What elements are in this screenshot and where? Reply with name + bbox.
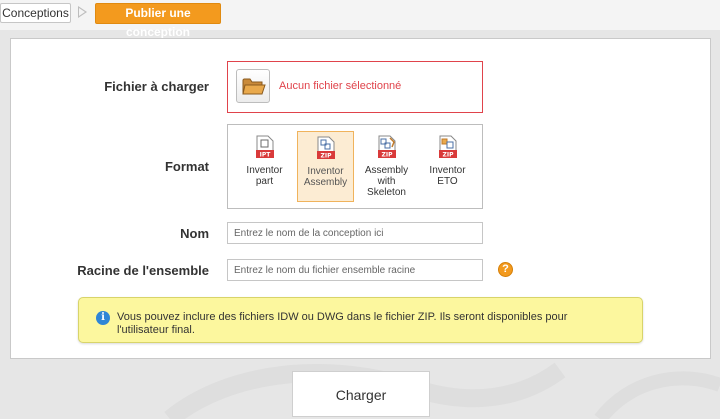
file-status-text: Aucun fichier sélectionné [279,80,402,92]
format-label-line: Inventor [307,166,344,177]
format-option-assembly-skeleton[interactable]: ZIP Assembly with Skeleton [358,131,415,202]
inventor-eto-icon: ZIP [438,135,458,159]
svg-text:ZIP: ZIP [442,152,454,159]
format-label-line: Inventor [246,165,283,176]
format-label-line: ETO [437,176,458,187]
inventor-part-icon: IPT [255,135,275,159]
format-label: Format [164,159,209,174]
breadcrumb: Conceptions Publier une conception [0,0,720,39]
breadcrumb-conceptions[interactable]: Conceptions [0,3,71,23]
breadcrumb-publish-design: Publier une conception [95,3,221,39]
upload-button[interactable]: Charger [292,371,430,417]
name-label: Nom [180,226,209,241]
format-option-inventor-assembly[interactable]: ZIP Inventor Assembly [297,131,354,202]
format-label-line: Inventor [429,165,466,176]
format-label-line: part [255,176,274,187]
inventor-assembly-icon: ZIP [316,136,336,160]
folder-icon [242,78,266,95]
assembly-skeleton-icon: ZIP [377,135,397,159]
help-icon[interactable]: ? [498,262,513,277]
design-name-input[interactable] [227,222,483,244]
format-label-line: with [377,176,396,187]
root-assembly-input[interactable] [227,259,483,281]
info-icon: i [96,311,110,325]
breadcrumb-separator-icon [78,6,87,18]
format-label-line: Skeleton [367,187,406,198]
svg-text:IPT: IPT [259,152,271,159]
info-message-text: Vous pouvez inclure des fichiers IDW ou … [117,311,568,336]
svg-text:ZIP: ZIP [381,152,393,159]
format-option-inventor-eto[interactable]: ZIP Inventor ETO [419,131,476,202]
file-label: Fichier à charger [104,79,209,94]
browse-file-button[interactable] [236,69,270,103]
format-label-line: Assembly [303,177,348,188]
root-assembly-label: Racine de l'ensemble [77,263,209,278]
format-label-line: Assembly [364,165,409,176]
svg-text:ZIP: ZIP [320,153,332,160]
format-option-inventor-part[interactable]: IPT Inventor part [236,131,293,202]
